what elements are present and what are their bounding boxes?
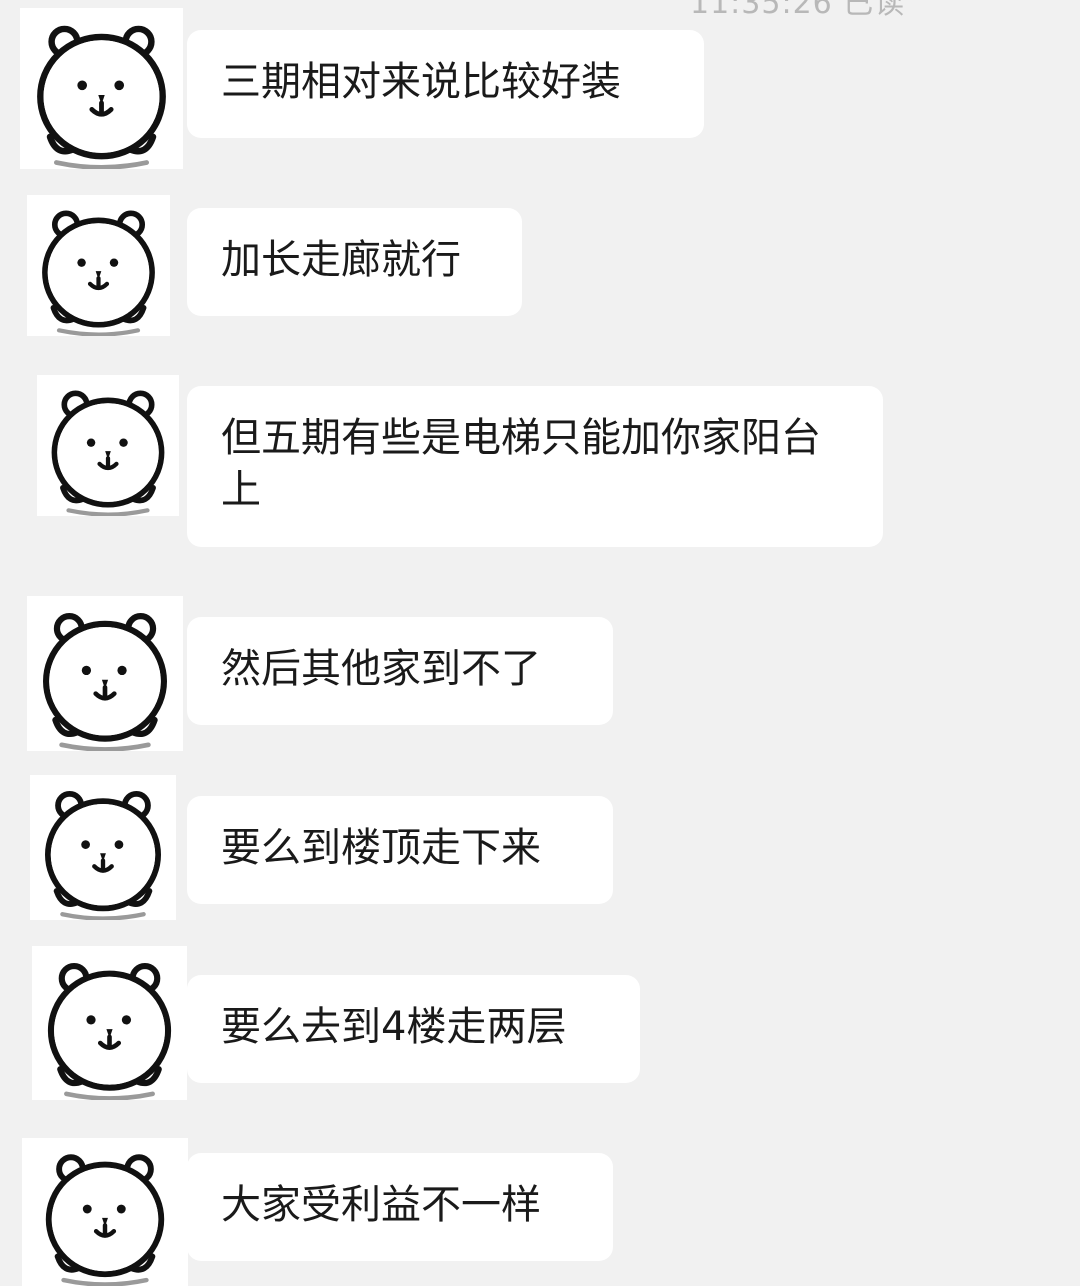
message-bubble[interactable]: 加长走廊就行 [187, 208, 522, 316]
message-bubble[interactable]: 要么去到4楼走两层 [187, 975, 640, 1083]
bear-face-icon [20, 8, 183, 169]
message-text: 大家受利益不一样 [221, 1182, 541, 1228]
message-bubble[interactable]: 三期相对来说比较好装 [187, 30, 704, 138]
sender-avatar[interactable] [37, 375, 179, 516]
sender-avatar[interactable] [27, 596, 183, 751]
bear-face-icon [27, 195, 170, 336]
message-text: 要么到楼顶走下来 [221, 825, 541, 871]
bear-face-icon [37, 375, 179, 516]
bear-face-icon [27, 596, 183, 751]
message-text: 然后其他家到不了 [221, 646, 541, 692]
sender-avatar[interactable] [32, 946, 187, 1100]
message-text: 要么去到4楼走两层 [221, 1004, 567, 1050]
bear-face-icon [22, 1138, 188, 1286]
message-bubble[interactable]: 然后其他家到不了 [187, 617, 613, 725]
message-text: 加长走廊就行 [221, 237, 461, 283]
message-bubble[interactable]: 但五期有些是电梯只能加你家阳台上 [187, 386, 883, 547]
message-text: 三期相对来说比较好装 [221, 59, 621, 105]
message-timestamp: 11:35:26 已读 [690, 0, 906, 21]
message-bubble[interactable]: 大家受利益不一样 [187, 1153, 613, 1261]
bear-face-icon [30, 775, 176, 920]
message-text: 但五期有些是电梯只能加你家阳台上 [221, 415, 821, 513]
sender-avatar[interactable] [27, 195, 170, 336]
bear-face-icon [32, 946, 187, 1100]
sender-avatar[interactable] [22, 1138, 188, 1286]
message-bubble[interactable]: 要么到楼顶走下来 [187, 796, 613, 904]
sender-avatar[interactable] [20, 8, 183, 169]
sender-avatar[interactable] [30, 775, 176, 920]
